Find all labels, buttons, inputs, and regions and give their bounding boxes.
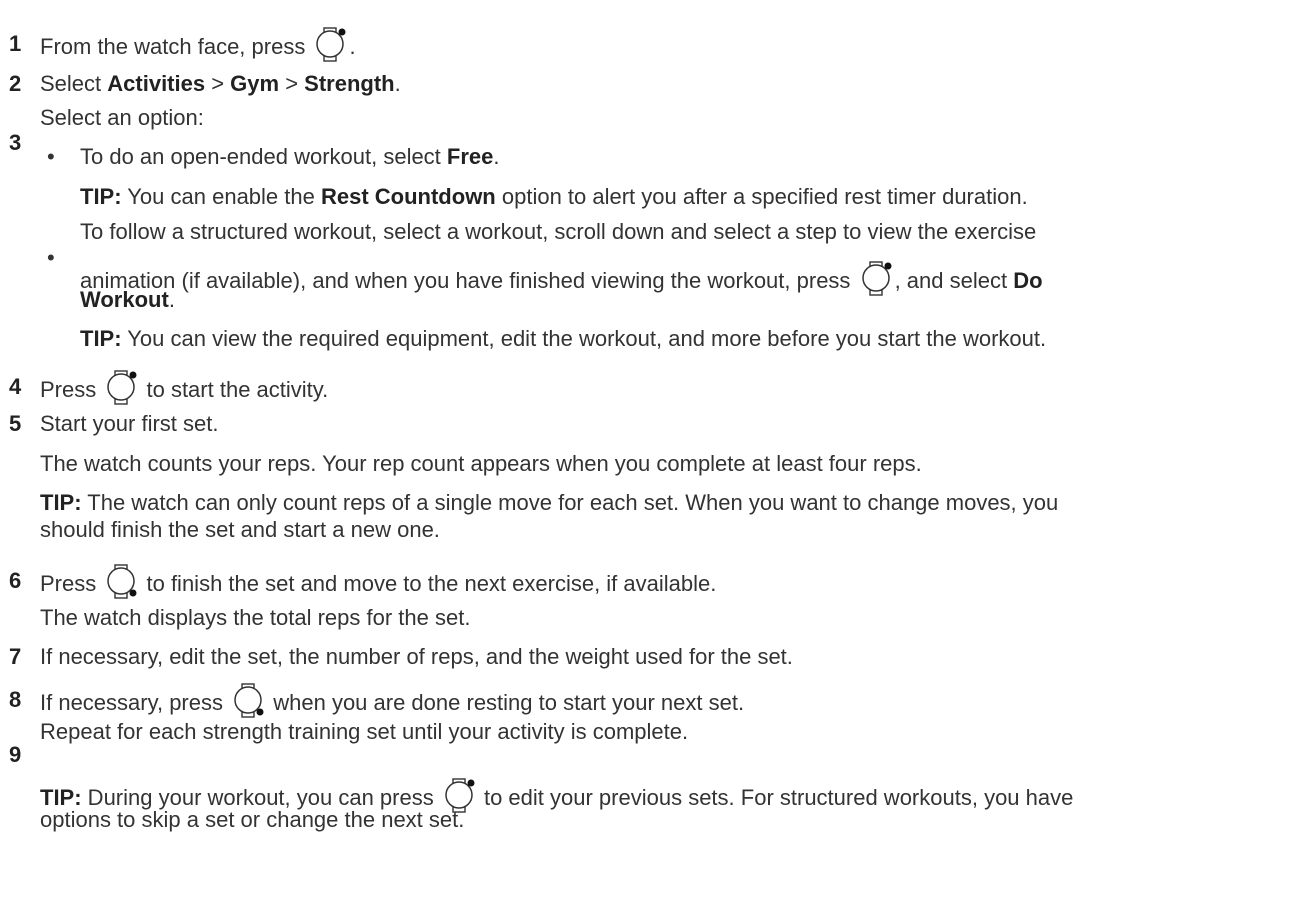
watch-bottom-button-icon: [230, 682, 266, 718]
tip-label: TIP:: [40, 490, 82, 515]
step-text: If necessary, edit the set, the number o…: [40, 644, 793, 669]
step-text-part: Press: [40, 571, 97, 596]
watch-bottom-button-icon: [103, 563, 139, 599]
tip-label: TIP:: [80, 184, 122, 209]
step-text: Repeat for each strength training set un…: [40, 719, 689, 744]
menu-separator: >: [279, 71, 305, 96]
watch-top-button-icon: [312, 26, 348, 62]
tip-text: You can enable the: [121, 184, 321, 209]
step-text: If necessary, press when you are done re…: [40, 682, 744, 718]
step-text-part: Select: [40, 71, 108, 96]
tip-text: option to alert you after a specified re…: [495, 184, 1028, 209]
step-text: Press to finish the set and move to the …: [40, 563, 716, 599]
step-number: 6: [9, 568, 22, 593]
menu-path-gym: Gym: [230, 71, 280, 96]
tip-continued: options to skip a set or change the next…: [40, 807, 465, 832]
option-text: , and select: [894, 268, 1014, 293]
step-text-part: .: [394, 71, 401, 96]
step-text-part: From the watch face, press: [40, 34, 306, 59]
step-number: 9: [9, 742, 22, 767]
option-structured-line2: animation (if available), and when you h…: [80, 260, 1043, 296]
option-structured-line1: To follow a structured workout, select a…: [80, 219, 1037, 244]
step-number: 8: [9, 687, 22, 712]
menu-path-activities: Activities: [107, 71, 206, 96]
step-text-part: when you are done resting to start your …: [267, 690, 745, 715]
step-paragraph: The watch displays the total reps for th…: [40, 605, 471, 630]
step-text-part: to finish the set and move to the next e…: [140, 571, 717, 596]
option-structured-line3: Workout.: [80, 286, 175, 314]
tip-text: to edit your previous sets. For structur…: [477, 785, 1074, 810]
option-text: .: [168, 287, 175, 312]
tip: TIP: You can enable the Rest Countdown o…: [80, 183, 1028, 211]
bullet-marker: •: [47, 245, 55, 270]
tip-label: TIP:: [80, 326, 122, 351]
tip-text: You can view the required equipment, edi…: [121, 326, 1047, 351]
watch-top-button-icon: [858, 260, 894, 296]
menu-separator: >: [205, 71, 231, 96]
tip: TIP: The watch can only count reps of a …: [40, 489, 1058, 517]
menu-path-strength: Strength: [304, 71, 395, 96]
step-text-part: Press: [40, 377, 97, 402]
bullet-marker: •: [47, 144, 55, 169]
option-free: To do an open-ended workout, select Free…: [80, 143, 500, 171]
option-text: .: [493, 144, 500, 169]
step-text-part: .: [349, 34, 356, 59]
step-text-part: to start the activity.: [140, 377, 329, 402]
step-number: 2: [9, 71, 22, 96]
rest-countdown-label: Rest Countdown: [320, 184, 496, 209]
step-text: Select Activities > Gym > Strength.: [40, 70, 401, 98]
step-number: 3: [9, 130, 22, 155]
step-paragraph: The watch counts your reps. Your rep cou…: [40, 451, 922, 476]
tip-continued: should finish the set and start a new on…: [40, 517, 440, 542]
step-intro: Select an option:: [40, 105, 204, 130]
step-text: From the watch face, press .: [40, 26, 356, 62]
step-number: 7: [9, 644, 22, 669]
option-free-label: Free: [446, 144, 494, 169]
option-text: To do an open-ended workout, select: [80, 144, 447, 169]
step-number: 5: [9, 411, 22, 436]
do-workout-label: Workout: [80, 287, 169, 312]
option-text: animation (if available), and when you h…: [80, 268, 851, 293]
step-number: 4: [9, 374, 22, 399]
do-workout-label: Do: [1013, 268, 1043, 293]
watch-top-button-icon: [103, 369, 139, 405]
tip-text: The watch can only count reps of a singl…: [81, 490, 1059, 515]
step-number: 1: [9, 31, 22, 56]
step-text-part: If necessary, press: [40, 690, 223, 715]
step-text: Start your first set.: [40, 411, 219, 436]
tip: TIP: You can view the required equipment…: [80, 325, 1046, 353]
step-text: Press to start the activity.: [40, 369, 328, 405]
